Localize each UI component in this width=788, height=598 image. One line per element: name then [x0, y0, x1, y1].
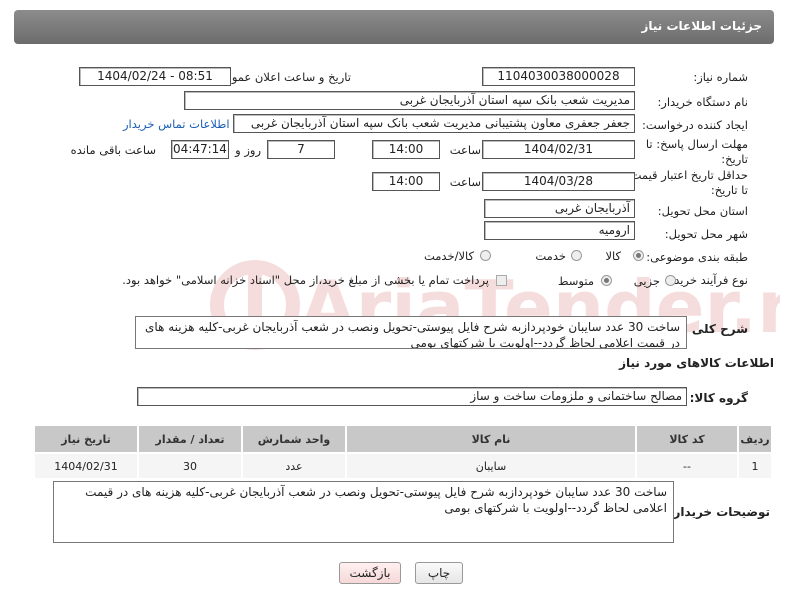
category-option-service: خدمت — [535, 249, 566, 263]
goods-group-field: مصالح ساختمانی و ملزومات ساخت و ساز — [137, 387, 687, 406]
cell-unit: عدد — [241, 452, 347, 480]
requester-label: ایجاد کننده درخواست: — [642, 118, 748, 132]
response-date-field: 1404/02/31 — [482, 140, 635, 159]
delivery-province-field: آذربایجان غربی — [484, 199, 635, 218]
col-index: ردیف — [737, 424, 773, 454]
response-time-label: ساعت — [449, 143, 481, 157]
response-time-field: 14:00 — [372, 140, 440, 159]
treasury-checkbox[interactable] — [496, 275, 507, 286]
buyer-notes-label: توضیحات خریدار: — [668, 505, 770, 519]
days-field: 7 — [267, 140, 335, 159]
goods-group-label: گروه کالا: — [689, 391, 748, 405]
response-deadline-label: مهلت ارسال پاسخ: تا — [645, 137, 748, 151]
price-validity-time-label: ساعت — [449, 175, 481, 189]
remaining-time-field: 04:47:14 — [171, 140, 229, 159]
print-button[interactable]: چاپ — [415, 562, 463, 584]
category-radio-goods[interactable] — [633, 250, 644, 261]
purchase-type-option-medium: متوسط — [557, 274, 594, 288]
page-header: جزئیات اطلاعات نیاز — [14, 10, 774, 44]
delivery-city-field: ارومیه — [484, 221, 635, 240]
need-number-field: 1104030038000028 — [482, 67, 635, 86]
col-qty: تعداد / مقدار — [137, 424, 243, 454]
purchase-type-radio-medium[interactable] — [601, 275, 612, 286]
cell-code: -- — [635, 452, 739, 480]
col-code: کد کالا — [635, 424, 739, 454]
response-deadline-label-2: تاریخ: — [721, 152, 748, 166]
category-radio-service[interactable] — [571, 250, 582, 261]
requester-field: جعفر جعفری معاون پشتیبانی مدیریت شعب بان… — [233, 114, 635, 133]
buyer-org-field: مدیریت شعب بانک سپه استان آذربایجان غربی — [184, 91, 635, 110]
category-label: طبقه بندی موضوعی: — [646, 250, 748, 264]
purchase-type-option-minor: جزیی — [633, 274, 660, 288]
treasury-note: پرداخت تمام یا بخشی از مبلغ خرید،از محل … — [122, 273, 489, 287]
delivery-province-label: استان محل تحویل: — [657, 204, 748, 218]
cell-date: 1404/02/31 — [33, 452, 139, 480]
price-validity-label-2: تا تاریخ: — [710, 183, 748, 197]
category-radio-goods-service[interactable] — [480, 250, 491, 261]
back-button[interactable]: بازگشت — [339, 562, 401, 584]
price-validity-date-field: 1404/03/28 — [482, 172, 635, 191]
goods-section-title: اطلاعات کالاهای مورد نیاز — [619, 356, 774, 370]
cell-name: سایبان — [345, 452, 637, 480]
need-number-label: شماره نیاز: — [693, 70, 748, 84]
cell-index: 1 — [737, 452, 773, 480]
buyer-notes-field: ساخت 30 عدد سایبان خودپردازبه شرح فایل پ… — [53, 481, 674, 543]
page-title: جزئیات اطلاعات نیاز — [641, 19, 762, 33]
cell-qty: 30 — [137, 452, 243, 480]
buyer-contact-link[interactable]: اطلاعات تماس خریدار — [123, 117, 230, 131]
price-validity-time-field: 14:00 — [372, 172, 440, 191]
remaining-time-label: ساعت باقی مانده — [70, 143, 156, 157]
table-row: 1 -- سایبان عدد 30 1404/02/31 — [33, 452, 773, 480]
days-label: روز و — [235, 143, 261, 157]
col-date: تاریخ نیاز — [33, 424, 139, 454]
price-validity-label: حداقل تاریخ اعتبار قیمت: — [626, 168, 748, 182]
general-description-field: ساخت 30 عدد سایبان خودپردازبه شرح فایل پ… — [135, 316, 687, 349]
purchase-type-label: نوع فرآیند خرید : — [666, 273, 748, 287]
category-option-goods-service: کالا/خدمت — [423, 249, 474, 263]
col-name: نام کالا — [345, 424, 637, 454]
announce-datetime-label: تاریخ و ساعت اعلان عمومی: — [212, 70, 351, 84]
purchase-type-radio-minor[interactable] — [665, 275, 676, 286]
delivery-city-label: شهر محل تحویل: — [664, 227, 748, 241]
goods-table: ردیف کد کالا نام کالا واحد شمارش تعداد /… — [33, 424, 773, 480]
goods-table-header: ردیف کد کالا نام کالا واحد شمارش تعداد /… — [33, 424, 773, 454]
col-unit: واحد شمارش — [241, 424, 347, 454]
buyer-org-label: نام دستگاه خریدار: — [657, 95, 748, 109]
announce-datetime-field: 1404/02/24 - 08:51 — [79, 67, 231, 86]
category-option-goods: کالا — [605, 249, 621, 263]
